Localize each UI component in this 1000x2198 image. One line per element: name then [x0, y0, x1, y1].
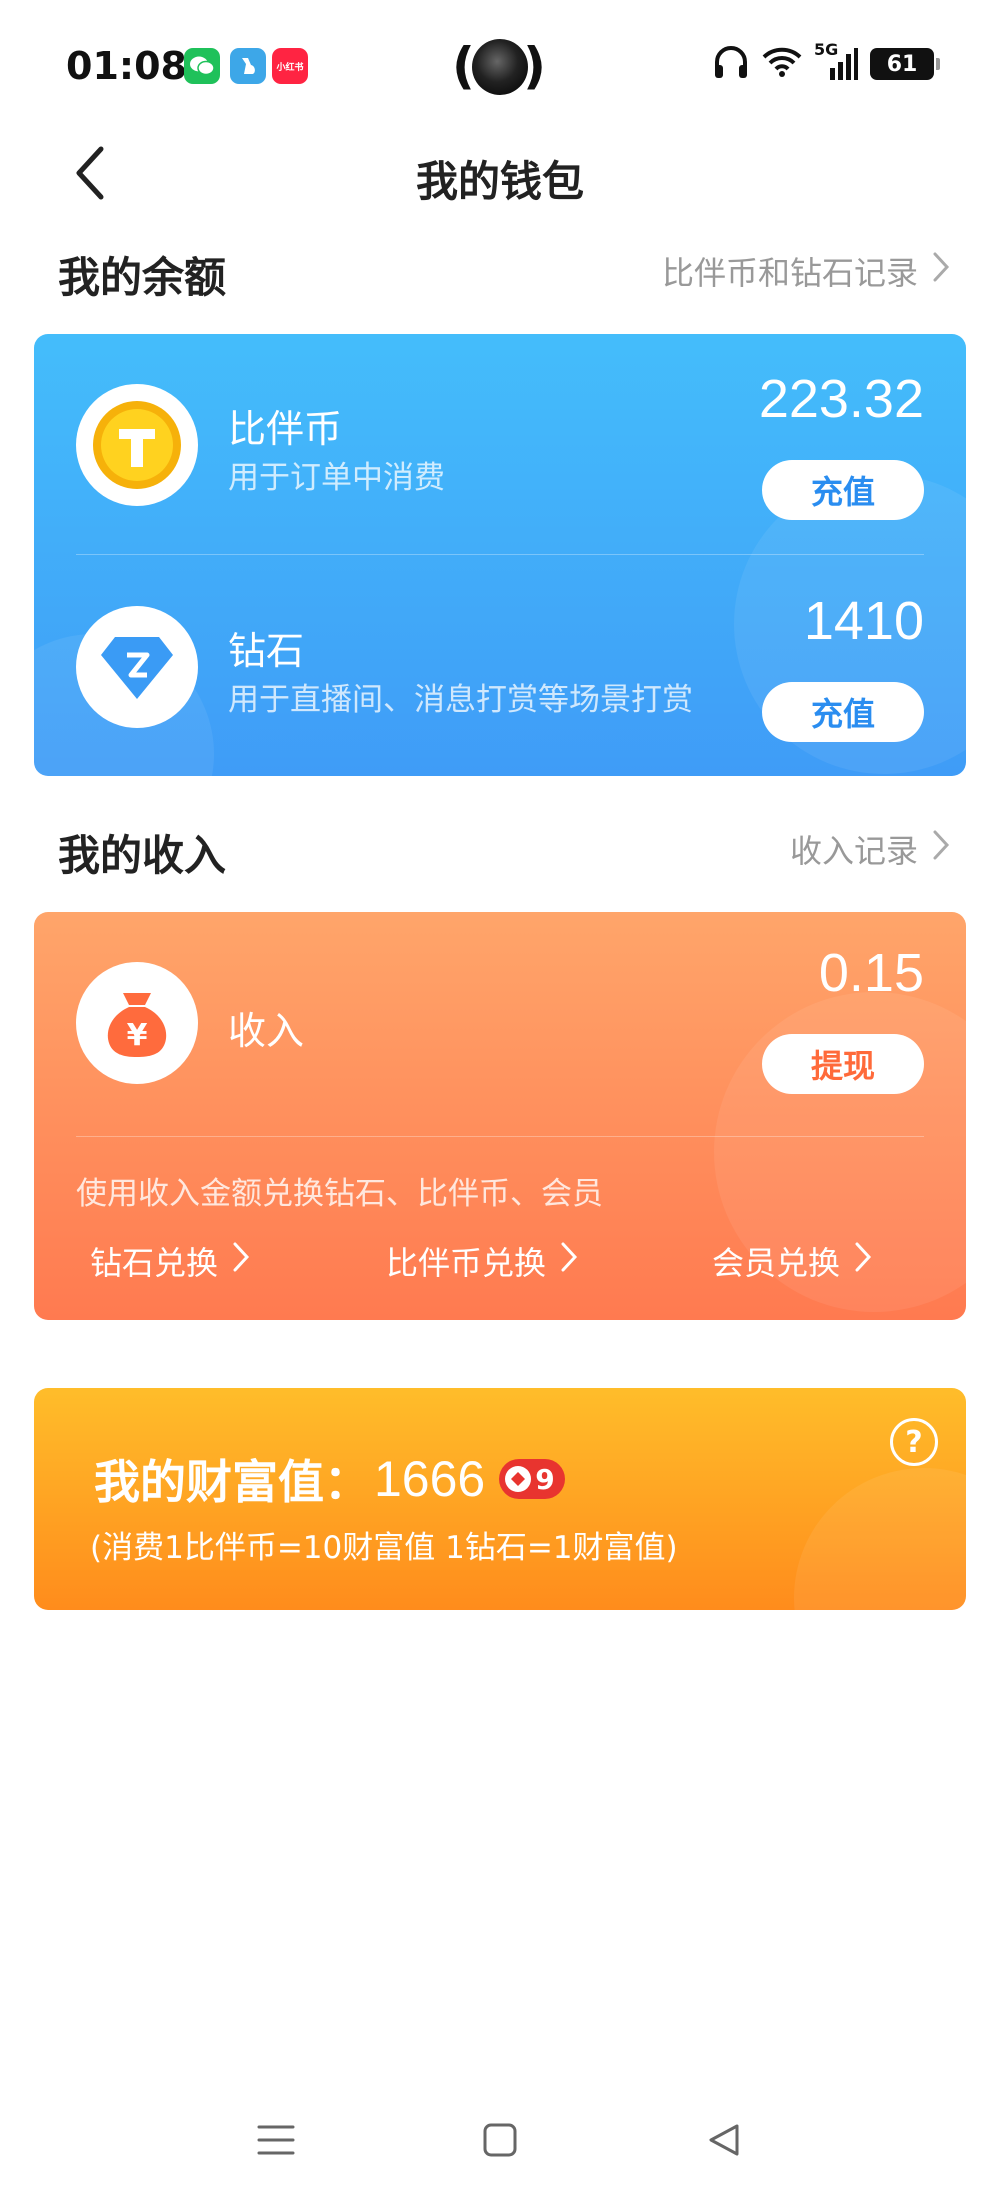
card-watermark — [794, 1468, 966, 1610]
camera-island: ( ) — [452, 37, 546, 95]
coin-name: 比伴币 — [228, 407, 343, 451]
balance-card: 比伴币 用于订单中消费 223.32 充值 钻石 用于直播间、消息打赏等场景打赏… — [34, 334, 966, 776]
square-icon — [482, 2122, 518, 2162]
income-records-label: 收入记录 — [789, 832, 918, 870]
headphones-icon — [712, 44, 750, 84]
wealth-note: (消费1比伴币=10财富值 1钻石=1财富值) — [90, 1530, 678, 1566]
wealth-title: 我的财富值： 1666 9 — [94, 1446, 565, 1512]
bird-app-icon — [230, 48, 266, 84]
chevron-right-icon — [560, 1241, 578, 1281]
wealth-label: 我的财富值： — [94, 1455, 370, 1509]
chevron-right-icon — [932, 251, 950, 291]
coin-icon — [76, 384, 198, 506]
wealth-level: 9 — [535, 1462, 555, 1496]
back-nav-button[interactable] — [694, 2112, 754, 2172]
coin-amount: 223.32 — [758, 369, 924, 429]
diamond-recharge-button[interactable]: 充值 — [762, 682, 924, 742]
card-divider — [76, 1136, 924, 1137]
money-bag-icon: ¥ — [76, 962, 198, 1084]
home-button[interactable] — [470, 2112, 530, 2172]
balance-records-label: 比伴币和钻石记录 — [661, 254, 918, 292]
gem-icon — [505, 1466, 532, 1492]
diamond-exchange-label: 钻石兑换 — [90, 1244, 219, 1282]
chevron-right-icon — [932, 829, 950, 869]
svg-text:¥: ¥ — [127, 1018, 148, 1053]
wealth-card[interactable]: 我的财富值： 1666 9 (消费1比伴币=10财富值 1钻石=1财富值) ? — [34, 1388, 966, 1610]
battery-icon: 61 — [870, 48, 940, 80]
income-records-link[interactable]: 收入记录 — [790, 826, 950, 872]
menu-icon — [256, 2123, 296, 2161]
island-avatar — [472, 39, 528, 95]
balance-records-link[interactable]: 比伴币和钻石记录 — [662, 248, 950, 294]
chevron-right-icon — [232, 1241, 250, 1281]
diamond-exchange-link[interactable]: 钻石兑换 — [90, 1238, 250, 1284]
diamond-desc: 用于直播间、消息打赏等场景打赏 — [228, 682, 693, 718]
member-exchange-link[interactable]: 会员兑换 — [712, 1238, 872, 1284]
card-divider — [76, 554, 924, 555]
coin-desc: 用于订单中消费 — [228, 460, 445, 496]
income-section-title: 我的收入 — [58, 831, 227, 880]
income-card: ¥ 收入 0.15 提现 使用收入金额兑换钻石、比伴币、会员 钻石兑换 比伴币兑… — [34, 912, 966, 1320]
income-name: 收入 — [228, 1009, 305, 1053]
menu-button[interactable] — [246, 2112, 306, 2172]
wifi-icon — [762, 46, 802, 82]
wealth-level-badge: 9 — [499, 1459, 565, 1499]
diamond-name: 钻石 — [228, 629, 305, 673]
triangle-back-icon — [706, 2122, 742, 2162]
help-icon[interactable]: ? — [890, 1418, 938, 1466]
coin-recharge-button[interactable]: 充值 — [762, 460, 924, 520]
cellular-5g-icon: 5G — [814, 40, 858, 82]
xiaohongshu-icon: 小红书 — [272, 48, 308, 84]
wealth-value: 1666 — [374, 1451, 486, 1507]
diamond-amount: 1410 — [803, 591, 924, 651]
system-icons: 5G 61 — [712, 40, 940, 84]
coin-exchange-link[interactable]: 比伴币兑换 — [386, 1238, 578, 1284]
member-exchange-label: 会员兑换 — [712, 1244, 841, 1282]
income-amount: 0.15 — [818, 943, 924, 1003]
wechat-icon — [184, 48, 220, 84]
page-title: 我的钱包 — [415, 157, 584, 206]
status-time: 01:08 — [66, 44, 187, 88]
chevron-right-icon — [854, 1241, 872, 1281]
diamond-icon — [76, 606, 198, 728]
balance-section-title: 我的余额 — [58, 253, 227, 302]
withdraw-button[interactable]: 提现 — [762, 1034, 924, 1094]
status-bar: 01:08 小红书 ( ) 5G 61 — [0, 0, 1000, 130]
coin-exchange-label: 比伴币兑换 — [386, 1244, 547, 1282]
exchange-hint: 使用收入金额兑换钻石、比伴币、会员 — [76, 1176, 603, 1212]
system-nav-bar — [0, 2100, 1000, 2180]
